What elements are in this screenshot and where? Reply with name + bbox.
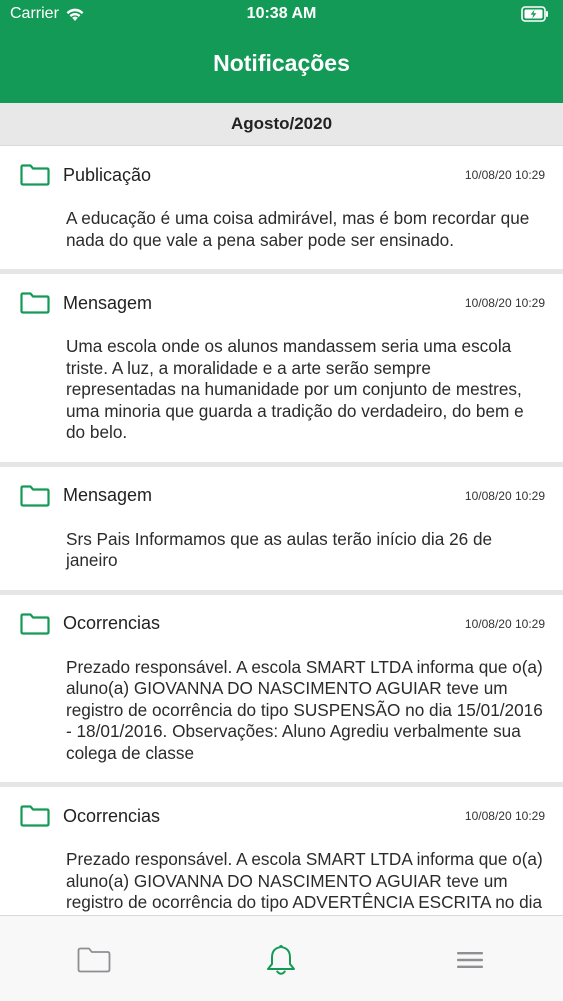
tab-folder[interactable]	[74, 944, 114, 976]
notification-type: Publicação	[63, 164, 152, 185]
folder-icon	[77, 947, 111, 973]
folder-icon	[20, 612, 50, 635]
menu-icon	[457, 952, 483, 968]
notification-date: 10/08/20 10:29	[464, 809, 545, 823]
folder-icon	[20, 805, 50, 827]
notification-body: A educação é uma coisa admirável, mas é …	[66, 208, 530, 250]
bell-icon	[267, 945, 295, 975]
notification-type: Ocorrencias	[63, 613, 161, 633]
notification-type: Mensagem	[63, 485, 153, 505]
folder-icon	[20, 164, 50, 186]
notification-date: 10/08/20 10:29	[464, 488, 545, 503]
status-bar: Carrier 10:38 AM	[0, 0, 563, 30]
section-header: Agosto/2020	[0, 103, 563, 146]
folder-icon	[20, 484, 50, 507]
status-time: 10:38 AM	[246, 5, 317, 22]
notification-item[interactable]: Mensagem 10/08/20 10:29 Uma escola onde …	[0, 274, 563, 467]
notification-body: Prezado responsável. A escola SMART LTDA…	[66, 849, 543, 915]
notification-date: 10/08/20 10:29	[464, 168, 545, 182]
notification-item[interactable]: Mensagem 10/08/20 10:29 Srs Pais Informa…	[0, 466, 563, 595]
notification-body: Srs Pais Informamos que as aulas terão i…	[66, 528, 493, 571]
folder-icon	[20, 292, 50, 314]
notification-item[interactable]: Ocorrencias 10/08/20 10:29 Prezado respo…	[0, 787, 563, 915]
notification-date: 10/08/20 10:29	[464, 616, 545, 631]
section-label: Agosto/2020	[230, 114, 333, 133]
notification-body: Uma escola onde os alunos mandassem seri…	[66, 336, 524, 442]
notification-item[interactable]: Ocorrencias 10/08/20 10:29 Prezado respo…	[0, 594, 563, 787]
tab-notifications[interactable]	[261, 944, 301, 976]
tab-menu[interactable]	[450, 944, 490, 976]
tab-bar	[0, 915, 563, 1001]
notification-date: 10/08/20 10:29	[464, 296, 545, 310]
notification-type: Mensagem	[63, 292, 153, 313]
page-title: Notificações	[213, 50, 350, 76]
notification-body: Prezado responsável. A escola SMART LTDA…	[66, 656, 543, 763]
notification-list[interactable]: Publicação 10/08/20 10:29 A educação é u…	[0, 146, 563, 915]
notification-type: Ocorrencias	[63, 805, 161, 826]
battery-charging-icon	[521, 6, 548, 22]
notification-item[interactable]: Publicação 10/08/20 10:29 A educação é u…	[0, 146, 563, 274]
